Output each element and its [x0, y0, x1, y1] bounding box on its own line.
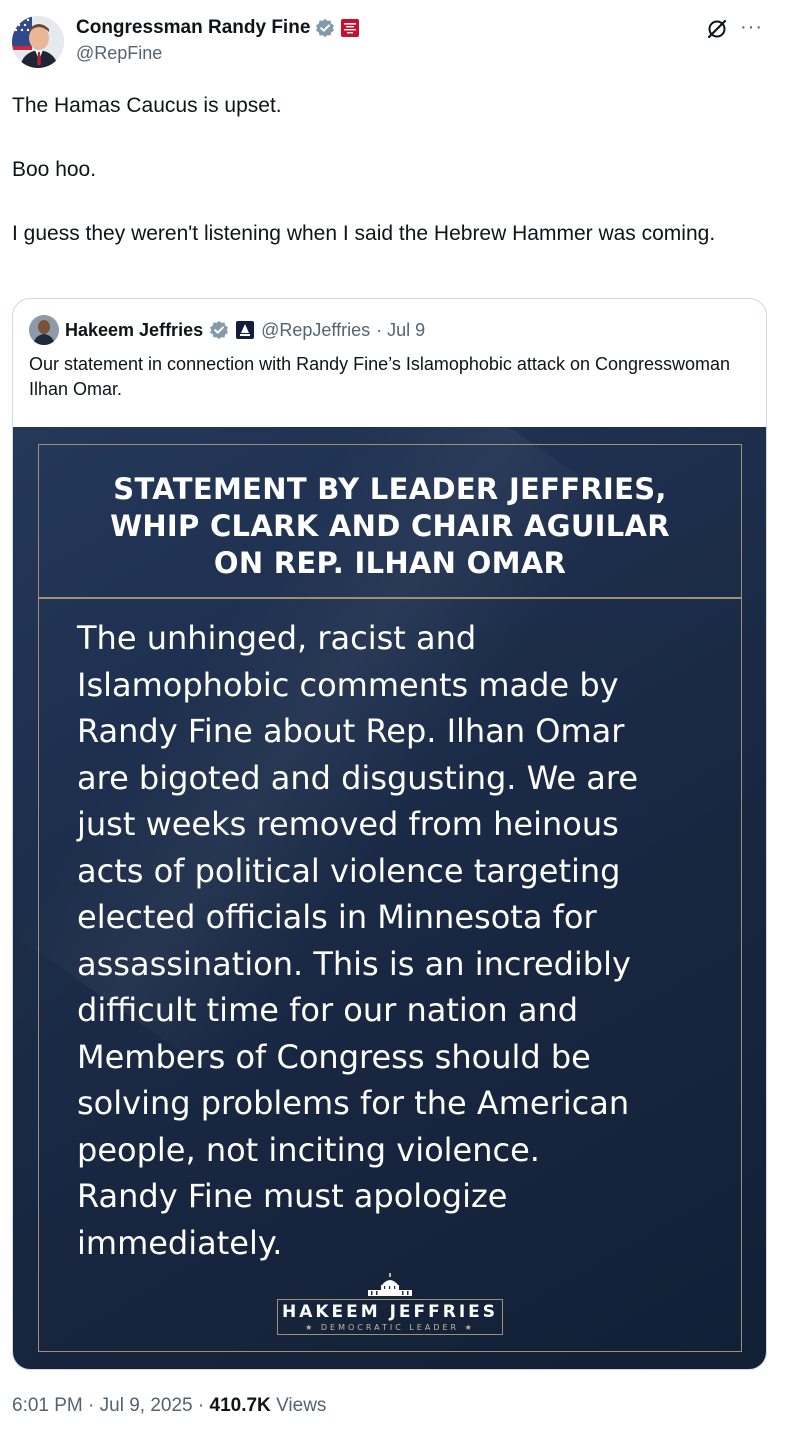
author-avatar[interactable] — [12, 16, 64, 68]
capitol-dome-icon — [368, 1273, 412, 1296]
views-count: 410.7K — [209, 1395, 271, 1416]
statement-body-line: Members of Congress should be — [77, 1037, 591, 1076]
statement-title-line: WHIP CLARK AND CHAIR AGUILAR — [110, 509, 670, 543]
quoted-tweet-text: Our statement in connection with Randy F… — [29, 354, 731, 399]
capitol-affiliate-badge-icon[interactable] — [235, 320, 255, 340]
statement-title-line: ON REP. ILHAN OMAR — [213, 546, 567, 580]
statement-body-line: solving problems for the American — [77, 1084, 630, 1122]
grok-icon[interactable] — [705, 17, 729, 41]
statement-body-line: Islamophobic comments made by — [77, 665, 619, 704]
author-handle[interactable]: @RepFine — [76, 40, 360, 66]
statement-body-line: The unhinged, racist and — [77, 619, 477, 657]
tweet-line: The Hamas Caucus is upset. — [12, 94, 282, 117]
tweet-date[interactable]: Jul 9, 2025 — [100, 1395, 193, 1416]
author-name[interactable]: Congressman Randy Fine — [76, 16, 310, 40]
statement-body-line: immediately. — [77, 1223, 283, 1262]
separator: · — [197, 1395, 210, 1416]
tweet-line: Boo hoo. — [12, 158, 97, 181]
statement-body-line: Randy Fine about Rep. Ilhan Omar — [77, 712, 625, 750]
separator: · — [88, 1395, 100, 1416]
quoted-author-name[interactable]: Hakeem Jeffries — [65, 315, 203, 345]
quoted-author-handle[interactable]: @RepJeffries — [261, 315, 370, 345]
statement-body-line: assassination. This is an incredibly — [77, 944, 631, 983]
statement-body-line: are bigoted and disgusting. We are — [77, 758, 638, 797]
tweet-metadata: 6:01 PM · Jul 9, 2025 · 410.7K Views — [12, 1392, 326, 1420]
statement-image[interactable]: STATEMENT BY LEADER JEFFRIES, WHIP CLARK… — [13, 427, 766, 1369]
avatar-photo-icon — [12, 16, 64, 68]
statement-body-line: difficult time for our nation and — [77, 991, 579, 1029]
avatar-photo-icon — [29, 315, 59, 345]
tweet-time[interactable]: 6:01 PM — [12, 1395, 83, 1416]
more-options-icon[interactable]: ··· — [740, 16, 763, 38]
quoted-tweet-date[interactable]: · Jul 9 — [376, 315, 425, 345]
statement-divider — [38, 597, 742, 599]
statement-body-line: people, not inciting violence. — [77, 1130, 540, 1169]
quoted-tweet-card[interactable]: Hakeem Jeffries @RepJeffries · Jul 9 Our… — [12, 298, 767, 1370]
statement-title: STATEMENT BY LEADER JEFFRIES, WHIP CLARK… — [53, 471, 727, 582]
views-label: Views — [276, 1395, 327, 1416]
logo-name: HAKEEM JEFFRIES — [281, 1302, 499, 1322]
leader-logo: HAKEEM JEFFRIES ★ DEMOCRATIC LEADER ★ — [277, 1299, 503, 1335]
verified-badge-icon[interactable] — [209, 320, 229, 340]
tweet-line: I guess they weren't listening when I sa… — [12, 222, 716, 245]
statement-title-line: STATEMENT BY LEADER JEFFRIES, — [113, 472, 667, 506]
statement-body: The unhinged, racist and Islamophobic co… — [77, 615, 727, 1266]
statement-body-line: acts of political violence targeting — [77, 851, 621, 890]
tweet-text: The Hamas Caucus is upset. Boo hoo. I gu… — [12, 90, 772, 250]
statement-body-line: Randy Fine must apologize — [77, 1177, 508, 1215]
government-affiliate-badge-icon[interactable] — [340, 18, 360, 38]
statement-body-line: elected officials in Minnesota for — [77, 898, 597, 936]
statement-body-line: just weeks removed from heinous — [77, 805, 619, 843]
quoted-author-avatar[interactable] — [29, 315, 59, 345]
verified-badge-icon[interactable] — [315, 18, 335, 38]
logo-subtitle: ★ DEMOCRATIC LEADER ★ — [305, 1323, 475, 1332]
